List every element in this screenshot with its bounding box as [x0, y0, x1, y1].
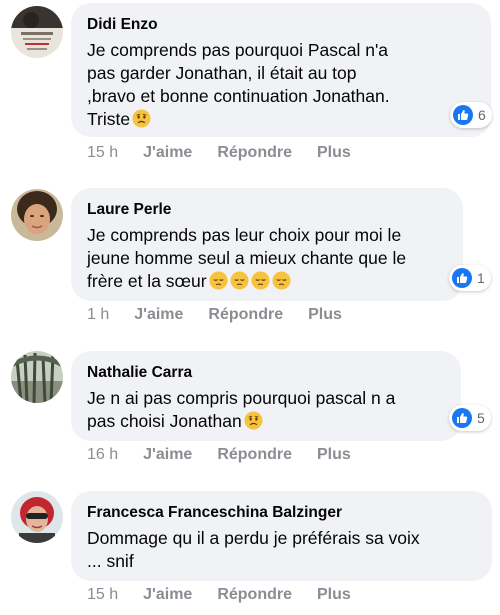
avatar[interactable] — [11, 6, 63, 58]
pensive-face-icon — [209, 271, 228, 290]
reaction-count: 5 — [477, 410, 485, 426]
comment-text: Je comprends pas leur choix pour moi le … — [87, 225, 407, 291]
avatar[interactable] — [11, 189, 63, 241]
sad-face-icon — [132, 109, 151, 128]
reaction-count-pill[interactable]: 5 — [449, 405, 491, 431]
comment-bubble: Francesca Franceschina Balzinger Dommage… — [71, 491, 492, 581]
like-button[interactable]: J'aime — [143, 586, 192, 604]
more-button[interactable]: Plus — [317, 586, 351, 604]
comment-author[interactable]: Didi Enzo — [87, 15, 475, 35]
comment-text: Je n ai pas compris pourquoi pascal n a … — [87, 388, 396, 431]
avatar[interactable] — [11, 351, 63, 403]
more-button[interactable]: Plus — [317, 144, 351, 162]
reaction-count-pill[interactable]: 1 — [449, 265, 491, 291]
timestamp[interactable]: 15 h — [87, 586, 118, 604]
timestamp[interactable]: 1 h — [87, 306, 109, 324]
comment-author[interactable]: Laure Perle — [87, 200, 447, 220]
comment-actions: 16 h J'aime Répondre Plus — [87, 446, 351, 464]
more-button[interactable]: Plus — [317, 446, 351, 464]
like-icon — [453, 105, 473, 125]
comment-bubble: Nathalie Carra Je n ai pas compris pourq… — [71, 351, 461, 441]
reaction-count-pill[interactable]: 6 — [450, 102, 492, 128]
timestamp[interactable]: 15 h — [87, 144, 118, 162]
timestamp[interactable]: 16 h — [87, 446, 118, 464]
comment-author[interactable]: Francesca Franceschina Balzinger — [87, 503, 476, 523]
pensive-face-icon — [272, 271, 291, 290]
comment-bubble: Didi Enzo Je comprends pas pourquoi Pasc… — [71, 3, 491, 137]
comment-actions: 15 h J'aime Répondre Plus — [87, 586, 351, 604]
comment-actions: 1 h J'aime Répondre Plus — [87, 306, 342, 324]
like-button[interactable]: J'aime — [143, 144, 192, 162]
sad-face-icon — [244, 411, 263, 430]
comment-bubble: Laure Perle Je comprends pas leur choix … — [71, 188, 463, 301]
comment-actions: 15 h J'aime Répondre Plus — [87, 144, 351, 162]
comment-text: Je comprends pas pourquoi Pascal n'a pas… — [87, 40, 390, 129]
reply-button[interactable]: Répondre — [208, 306, 283, 324]
reaction-count: 6 — [478, 107, 486, 123]
reaction-count: 1 — [477, 270, 485, 286]
like-button[interactable]: J'aime — [134, 306, 183, 324]
like-icon — [452, 268, 472, 288]
reply-button[interactable]: Répondre — [217, 446, 292, 464]
reply-button[interactable]: Répondre — [217, 144, 292, 162]
comment-text: Dommage qu il a perdu je préférais sa vo… — [87, 528, 420, 571]
avatar[interactable] — [11, 491, 63, 543]
comment-author[interactable]: Nathalie Carra — [87, 363, 445, 383]
like-icon — [452, 408, 472, 428]
more-button[interactable]: Plus — [308, 306, 342, 324]
reply-button[interactable]: Répondre — [217, 586, 292, 604]
pensive-face-icon — [230, 271, 249, 290]
like-button[interactable]: J'aime — [143, 446, 192, 464]
pensive-face-icon — [251, 271, 270, 290]
